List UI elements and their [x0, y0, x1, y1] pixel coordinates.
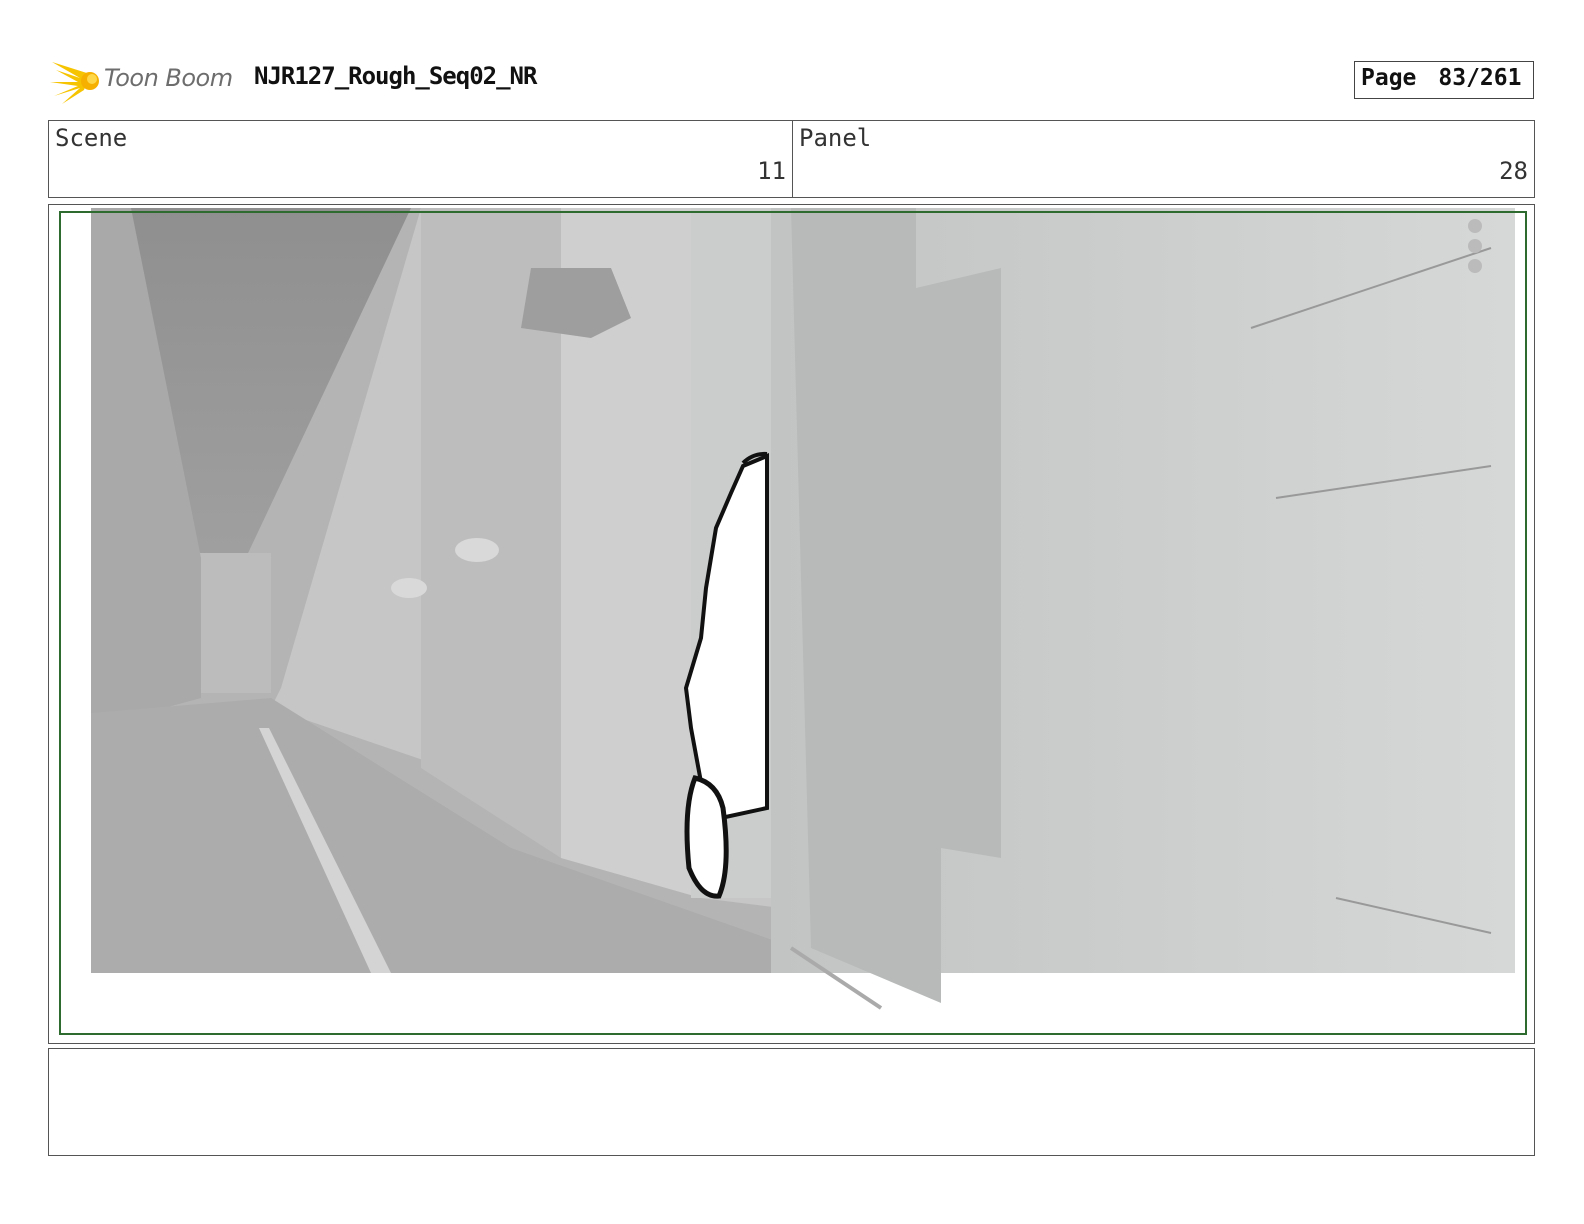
project-title: NJR127_Rough_Seq02_NR — [254, 62, 537, 90]
panel-value: 28 — [1499, 157, 1528, 185]
notes-field[interactable] — [48, 1048, 1535, 1156]
page-number: 83/261 — [1438, 65, 1522, 91]
scene-label: Scene — [55, 124, 128, 152]
toon-boom-logo: Toon Boom — [50, 56, 240, 106]
page-label: Page — [1361, 65, 1417, 91]
page-indicator: Page 83/261 — [1354, 61, 1534, 99]
panel-label: Panel — [799, 124, 872, 152]
scene-value: 11 — [757, 157, 786, 185]
panel-field: Panel 28 — [792, 120, 1535, 198]
logo-text: Toon Boom — [104, 64, 233, 92]
safe-area-frame — [59, 211, 1527, 1035]
scene-field: Scene 11 — [48, 120, 793, 198]
starburst-icon — [50, 62, 99, 104]
